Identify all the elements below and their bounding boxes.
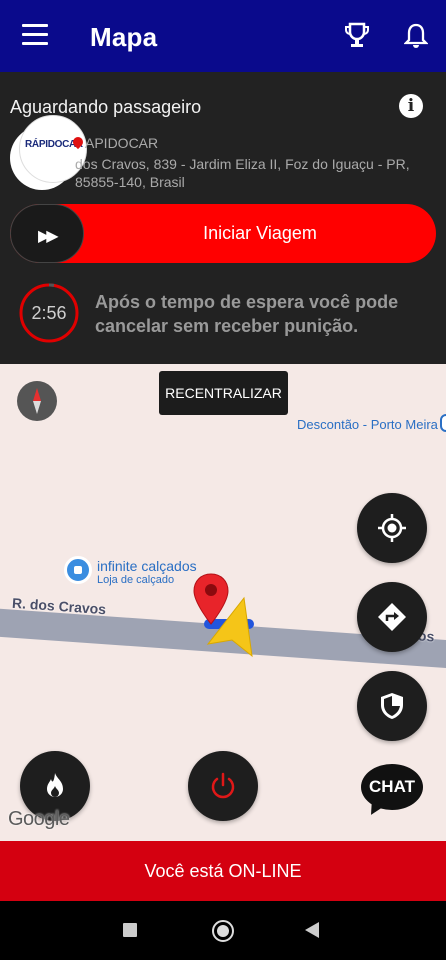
crosshair-icon xyxy=(378,514,406,542)
directions-icon xyxy=(378,603,406,631)
poi-label[interactable]: Descontão - Porto Meira xyxy=(297,417,438,432)
wait-timer: 2:56 xyxy=(19,283,79,343)
home-icon[interactable] xyxy=(212,920,234,942)
trip-status: Aguardando passageiro xyxy=(10,97,202,117)
fast-forward-icon: ▶▶ xyxy=(38,228,59,245)
start-trip-slider[interactable]: ▶▶ Iniciar Viagem xyxy=(10,204,436,263)
bell-icon[interactable] xyxy=(404,22,428,50)
pickup-address: dos Cravos, 839 - Jardim Eliza II, Foz d… xyxy=(75,156,410,190)
map-view[interactable]: R. dos Cravos os Descontão - Porto Meira… xyxy=(0,364,446,841)
poi-marker-icon[interactable] xyxy=(440,414,446,432)
power-icon xyxy=(211,772,235,799)
trophy-icon[interactable] xyxy=(344,22,370,50)
recenter-button[interactable]: RECENTRALIZAR xyxy=(159,371,288,415)
my-location-button[interactable] xyxy=(357,493,427,563)
wait-message: Após o tempo de espera você pode cancela… xyxy=(95,292,399,336)
app-bar: Mapa xyxy=(0,0,446,72)
compass-icon[interactable] xyxy=(17,381,57,421)
page-title: Mapa xyxy=(90,22,158,52)
shield-icon xyxy=(381,693,403,719)
flame-icon xyxy=(47,773,63,797)
store-marker-icon[interactable] xyxy=(64,556,92,584)
back-icon[interactable] xyxy=(305,922,319,938)
map-attribution: Google xyxy=(8,808,70,830)
trip-panel: Aguardando passageiro i RÁPIDOCAR APIDOC… xyxy=(0,72,446,364)
vehicle-arrow-icon xyxy=(206,596,253,658)
store-name[interactable]: infinite calçados xyxy=(97,558,197,574)
info-icon[interactable]: i xyxy=(399,94,423,118)
menu-icon[interactable] xyxy=(22,24,48,46)
timer-value: 2:56 xyxy=(31,303,67,323)
system-nav-bar xyxy=(0,901,446,960)
directions-button[interactable] xyxy=(357,582,427,652)
go-offline-button[interactable] xyxy=(188,751,258,821)
online-status-bar[interactable]: Você está ON-LINE xyxy=(0,841,446,901)
safety-button[interactable] xyxy=(357,671,427,741)
company-name: APIDOCAR xyxy=(85,135,159,151)
chat-label: CHAT xyxy=(361,764,423,810)
store-type: Loja de calçado xyxy=(97,574,175,586)
chat-button[interactable]: CHAT xyxy=(361,764,423,819)
recents-icon[interactable] xyxy=(123,923,137,937)
slider-knob[interactable]: ▶▶ xyxy=(10,204,84,263)
start-trip-label: Iniciar Viagem xyxy=(203,223,317,243)
